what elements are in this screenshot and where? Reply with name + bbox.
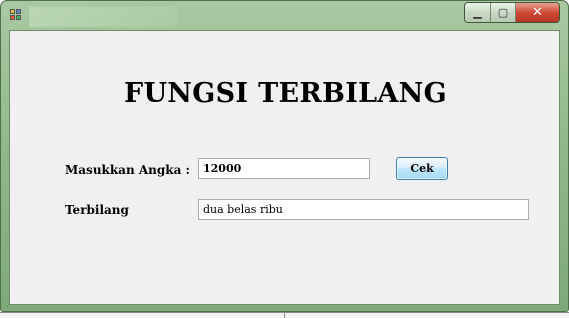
minimize-button[interactable]: ▁: [465, 3, 491, 22]
app-window: ▁ ▢ ✕ FUNGSI TERBILANG Masukkan Angka : …: [0, 0, 569, 312]
angka-label: Masukkan Angka :: [65, 163, 190, 177]
app-icon[interactable]: [10, 9, 22, 20]
maximize-icon: ▢: [497, 6, 509, 19]
angka-input[interactable]: [198, 158, 370, 179]
cek-button[interactable]: Cek: [396, 157, 448, 180]
page-title: FUNGSI TERBILANG: [123, 78, 447, 109]
form-client-area: FUNGSI TERBILANG Masukkan Angka : Cek Te…: [9, 30, 560, 305]
title-text-area: [29, 7, 177, 27]
taskbar-divider: [284, 313, 285, 318]
taskbar-edge: [0, 312, 569, 318]
terbilang-output[interactable]: [198, 199, 529, 220]
minimize-icon: ▁: [473, 6, 482, 19]
terbilang-label: Terbilang: [65, 203, 129, 217]
maximize-button[interactable]: ▢: [491, 3, 516, 22]
close-button[interactable]: ✕: [516, 3, 559, 22]
title-bar[interactable]: ▁ ▢ ✕: [1, 1, 568, 29]
window-controls: ▁ ▢ ✕: [464, 2, 560, 23]
close-icon: ✕: [532, 5, 543, 20]
